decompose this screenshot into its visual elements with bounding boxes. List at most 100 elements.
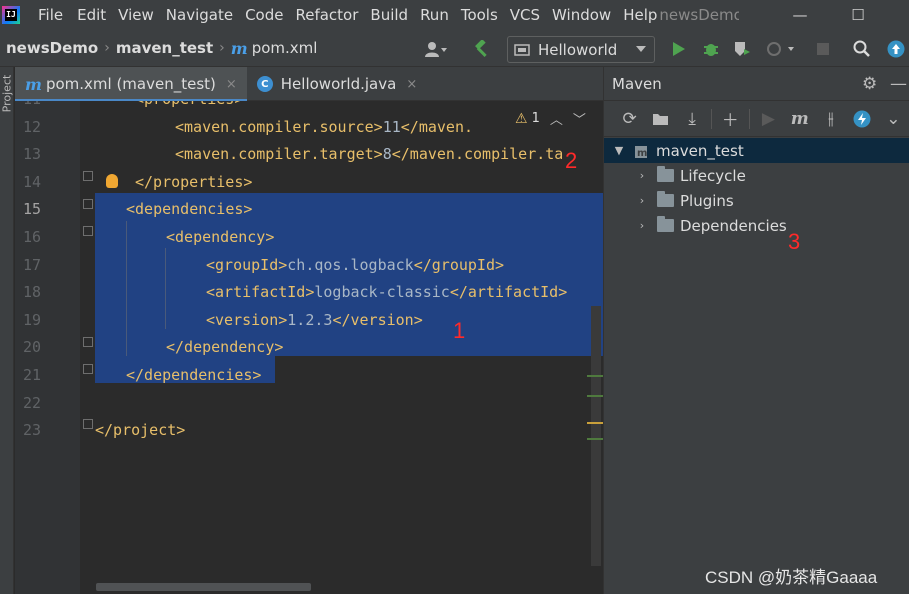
code-editor[interactable]: 11<properties>12<maven.compiler.source>1… bbox=[15, 101, 603, 594]
xml-tag: </project> bbox=[95, 421, 186, 439]
breadcrumb-module[interactable]: maven_test bbox=[116, 39, 213, 57]
lightbulb-icon[interactable] bbox=[106, 174, 118, 188]
chevron-right-icon[interactable]: › bbox=[635, 219, 649, 232]
line-number: 11 bbox=[15, 101, 41, 108]
user-icon[interactable] bbox=[418, 30, 454, 67]
xml-text: ch.qos.logback bbox=[287, 256, 414, 274]
xml-tag: <maven.compiler.source> bbox=[175, 118, 383, 136]
fold-marker-icon[interactable] bbox=[83, 199, 93, 209]
folder-generate-icon[interactable] bbox=[645, 101, 676, 137]
warning-marker bbox=[587, 422, 603, 424]
xml-text: 1.2.3 bbox=[287, 311, 333, 329]
dependencies-folder-icon bbox=[657, 216, 674, 232]
indent-guide bbox=[165, 248, 166, 329]
run-icon[interactable] bbox=[667, 30, 691, 67]
coverage-icon[interactable] bbox=[730, 30, 754, 67]
minimize-button[interactable]: — bbox=[780, 0, 820, 30]
menu-navigate[interactable]: Navigate bbox=[160, 0, 239, 30]
run-config-icon bbox=[514, 43, 530, 56]
breadcrumb-project[interactable]: newsDemo bbox=[6, 39, 98, 57]
run-configuration-select[interactable]: Helloworld bbox=[507, 36, 655, 63]
fold-marker-icon[interactable] bbox=[83, 337, 93, 347]
chevron-up-icon[interactable]: ︿ bbox=[550, 109, 563, 128]
project-tool-button[interactable]: Project bbox=[0, 75, 13, 113]
xml-tag: </dependencies> bbox=[126, 366, 262, 384]
xml-tag: </groupId> bbox=[413, 256, 505, 274]
svg-text:m: m bbox=[637, 148, 647, 159]
xml-tag: </maven. bbox=[400, 118, 474, 136]
breadcrumb-file[interactable]: pom.xml bbox=[252, 39, 318, 57]
menu-window[interactable]: Window bbox=[546, 0, 617, 30]
menu-help[interactable]: Help bbox=[617, 0, 659, 30]
chevron-right-icon[interactable]: › bbox=[635, 194, 649, 207]
tree-item-dependencies[interactable]: › Dependencies bbox=[604, 213, 909, 238]
menu-code[interactable]: Code bbox=[239, 0, 289, 30]
chevron-down-icon[interactable]: ﹀ bbox=[573, 109, 586, 128]
run-configuration-label: Helloworld bbox=[538, 40, 618, 59]
run-icon[interactable]: ▶ bbox=[753, 101, 784, 137]
inspection-widget[interactable]: ⚠ 1 ︿ ﹀ bbox=[515, 109, 586, 129]
xml-text: 8 bbox=[382, 145, 392, 163]
menu-bar: IJ File Edit View Navigate Code Refactor… bbox=[0, 0, 909, 30]
line-number: 16 bbox=[22, 228, 41, 246]
code-line: </properties> bbox=[135, 169, 252, 196]
stop-icon[interactable] bbox=[812, 30, 834, 67]
xml-text: 11 bbox=[382, 118, 401, 136]
fold-marker-icon[interactable] bbox=[83, 226, 93, 236]
toggle-offline-icon[interactable]: ⫲ bbox=[815, 101, 846, 137]
hide-panel-icon[interactable]: — bbox=[890, 67, 907, 101]
tree-item-label: Lifecycle bbox=[680, 166, 746, 185]
menu-file[interactable]: File bbox=[30, 0, 71, 30]
tree-item-plugins[interactable]: › Plugins bbox=[604, 188, 909, 213]
xml-tag: </properties> bbox=[135, 173, 253, 191]
menu-run[interactable]: Run bbox=[414, 0, 455, 30]
build-hammer-icon[interactable] bbox=[468, 30, 496, 67]
debug-icon[interactable] bbox=[699, 30, 723, 67]
tab-helloworld-java[interactable]: C Helloworld.java × bbox=[247, 67, 427, 101]
xml-tag: <dependencies> bbox=[126, 200, 253, 218]
chevron-right-icon[interactable]: › bbox=[635, 169, 649, 182]
search-icon[interactable] bbox=[850, 30, 874, 67]
tree-item-maven-test[interactable]: ▼ m maven_test bbox=[604, 138, 909, 163]
add-icon[interactable]: ＋ bbox=[715, 101, 746, 137]
maximize-button[interactable]: ☐ bbox=[838, 0, 878, 30]
annotation-one: 1 bbox=[453, 318, 466, 343]
download-icon[interactable]: ⤓ bbox=[676, 101, 707, 137]
tree-item-lifecycle[interactable]: › Lifecycle bbox=[604, 163, 909, 188]
fold-marker-icon[interactable] bbox=[83, 364, 93, 374]
warning-count: 1 bbox=[531, 111, 540, 126]
fold-marker-icon[interactable] bbox=[83, 419, 93, 429]
indent-guide bbox=[126, 221, 127, 356]
reload-icon[interactable]: ⟳ bbox=[614, 101, 645, 137]
chevron-down-icon[interactable]: ▼ bbox=[612, 144, 626, 157]
menu-tools[interactable]: Tools bbox=[455, 0, 504, 30]
xml-tag: <artifactId> bbox=[206, 283, 315, 301]
maven-file-icon: m bbox=[25, 74, 42, 94]
warning-icon: ⚠ bbox=[515, 110, 528, 127]
close-icon[interactable]: × bbox=[226, 77, 237, 92]
menu-edit[interactable]: Edit bbox=[71, 0, 112, 30]
code-line: <maven.compiler.target>8</maven.compiler… bbox=[175, 141, 563, 168]
fold-marker-icon[interactable] bbox=[83, 171, 93, 181]
profile-icon[interactable] bbox=[761, 30, 801, 67]
close-icon[interactable]: × bbox=[406, 77, 417, 92]
annotation-three: 3 bbox=[788, 229, 801, 254]
line-number: 21 bbox=[22, 366, 41, 384]
menu-view[interactable]: View bbox=[112, 0, 160, 30]
csdn-watermark: CSDN @奶茶精Gaaaa bbox=[705, 568, 878, 587]
vertical-scrollbar[interactable] bbox=[591, 306, 601, 566]
collapse-icon[interactable]: ⌄ bbox=[878, 101, 909, 137]
maven-title: Maven bbox=[612, 74, 662, 93]
tab-pom-xml[interactable]: m pom.xml (maven_test) × bbox=[15, 67, 247, 102]
menu-refactor[interactable]: Refactor bbox=[289, 0, 364, 30]
menu-vcs[interactable]: VCS bbox=[504, 0, 546, 30]
code-line: <properties> bbox=[135, 101, 243, 113]
menu-build[interactable]: Build bbox=[364, 0, 414, 30]
update-icon[interactable] bbox=[884, 30, 908, 67]
gear-icon[interactable]: ⚙ bbox=[862, 67, 877, 101]
execute-goal-icon[interactable]: m bbox=[784, 101, 815, 137]
skip-tests-icon[interactable] bbox=[847, 101, 878, 137]
horizontal-scrollbar[interactable] bbox=[96, 583, 311, 591]
tree-item-label: Plugins bbox=[680, 191, 734, 210]
chevron-down-icon bbox=[636, 46, 646, 52]
